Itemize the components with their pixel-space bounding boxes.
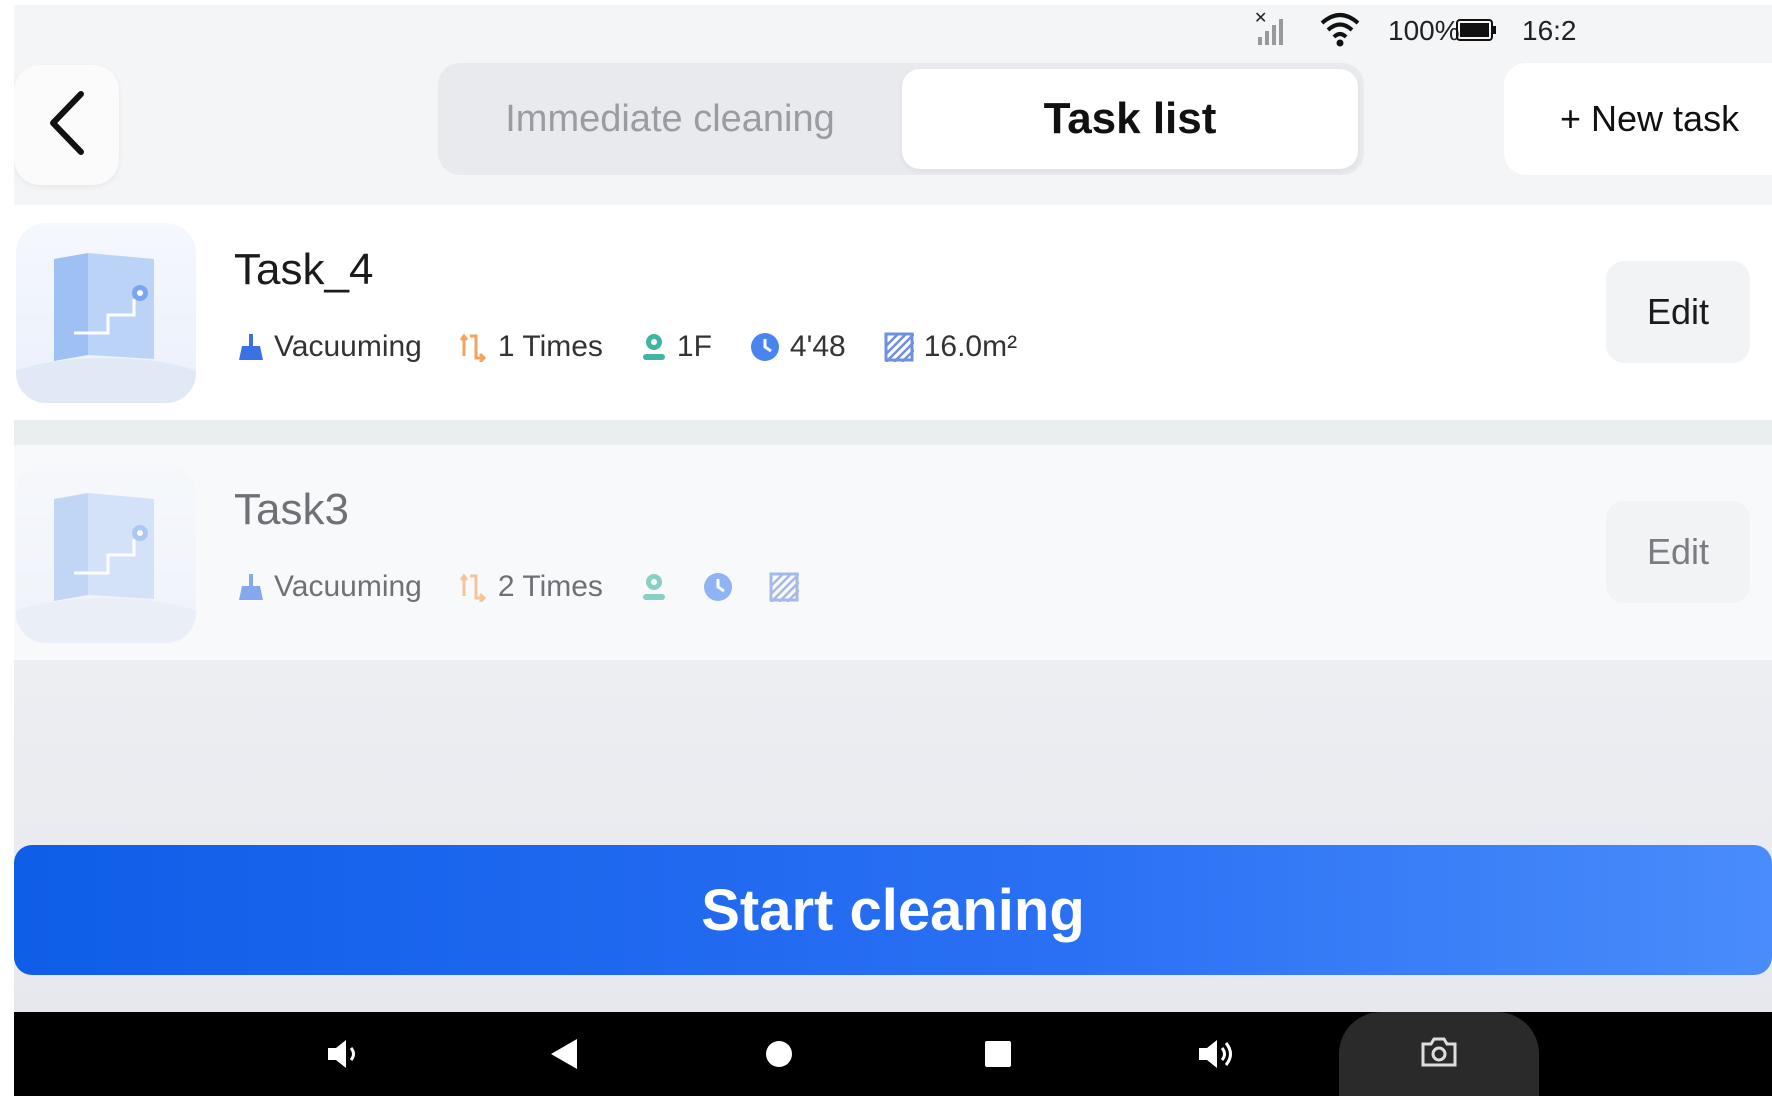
task-floor: 1F	[676, 330, 712, 363]
edit-button[interactable]: Edit	[1606, 501, 1750, 603]
clock-time: 16:2	[1522, 15, 1577, 46]
volume-up-icon[interactable]	[1176, 1024, 1256, 1084]
clock-icon	[750, 332, 780, 362]
list-divider	[14, 420, 1772, 445]
location-pin-icon	[641, 332, 667, 362]
task-meta: Vacuuming 2 Times	[238, 565, 847, 609]
back-button[interactable]	[14, 65, 119, 185]
broom-icon	[238, 572, 264, 602]
wifi-icon	[1318, 9, 1362, 56]
task-times: 1 Times	[497, 330, 603, 363]
task-duration: 4'48	[789, 330, 846, 363]
task-name: Task_4	[234, 245, 374, 294]
area-hatch-icon	[884, 332, 914, 362]
task-map-thumbnail	[16, 463, 196, 643]
task-card[interactable]: Task_4 Vacuuming 1 Times 1F 4'48 16.0m² …	[14, 205, 1772, 420]
system-nav-bar	[14, 1012, 1772, 1096]
task-area: 16.0m²	[923, 330, 1018, 363]
task-card[interactable]: Task3 Vacuuming 2 Times Edit	[14, 445, 1772, 660]
back-triangle-icon[interactable]	[524, 1024, 604, 1084]
broom-icon	[238, 332, 264, 362]
task-mode: Vacuuming	[274, 330, 422, 363]
screenshot-button[interactable]	[1339, 1012, 1539, 1096]
home-circle-icon[interactable]	[739, 1024, 819, 1084]
app-screen: ✕ 100% 16:2 Immediate cleaning Task list…	[14, 5, 1772, 1096]
new-task-button[interactable]: + New task	[1504, 63, 1772, 175]
header: Immediate cleaning Task list + New task	[14, 55, 1772, 205]
location-pin-icon	[641, 572, 667, 602]
recents-square-icon[interactable]	[958, 1024, 1038, 1084]
battery-percent: 100%	[1388, 15, 1460, 46]
volume-down-icon[interactable]	[304, 1024, 384, 1084]
mode-segmented-control: Immediate cleaning Task list	[438, 63, 1364, 175]
task-map-thumbnail	[16, 223, 196, 403]
clock-icon	[703, 572, 733, 602]
task-mode: Vacuuming	[274, 570, 422, 603]
status-bar: ✕ 100% 16:2	[14, 5, 1772, 55]
tab-task-list[interactable]: Task list	[902, 69, 1358, 169]
repeat-icon	[459, 572, 488, 602]
camera-icon	[1419, 1036, 1459, 1073]
task-times: 2 Times	[497, 570, 603, 603]
task-name: Task3	[234, 485, 349, 534]
tab-immediate-cleaning[interactable]: Immediate cleaning	[444, 69, 896, 169]
start-cleaning-button[interactable]: Start cleaning	[14, 845, 1772, 975]
edit-button[interactable]: Edit	[1606, 261, 1750, 363]
svg-text:✕: ✕	[1254, 9, 1267, 27]
no-signal-icon: ✕	[1254, 8, 1294, 56]
battery-full-icon	[1456, 17, 1498, 50]
area-hatch-icon	[769, 572, 799, 602]
chevron-left-icon	[45, 88, 89, 163]
task-meta: Vacuuming 1 Times 1F 4'48 16.0m²	[238, 325, 1055, 369]
repeat-icon	[459, 332, 488, 362]
